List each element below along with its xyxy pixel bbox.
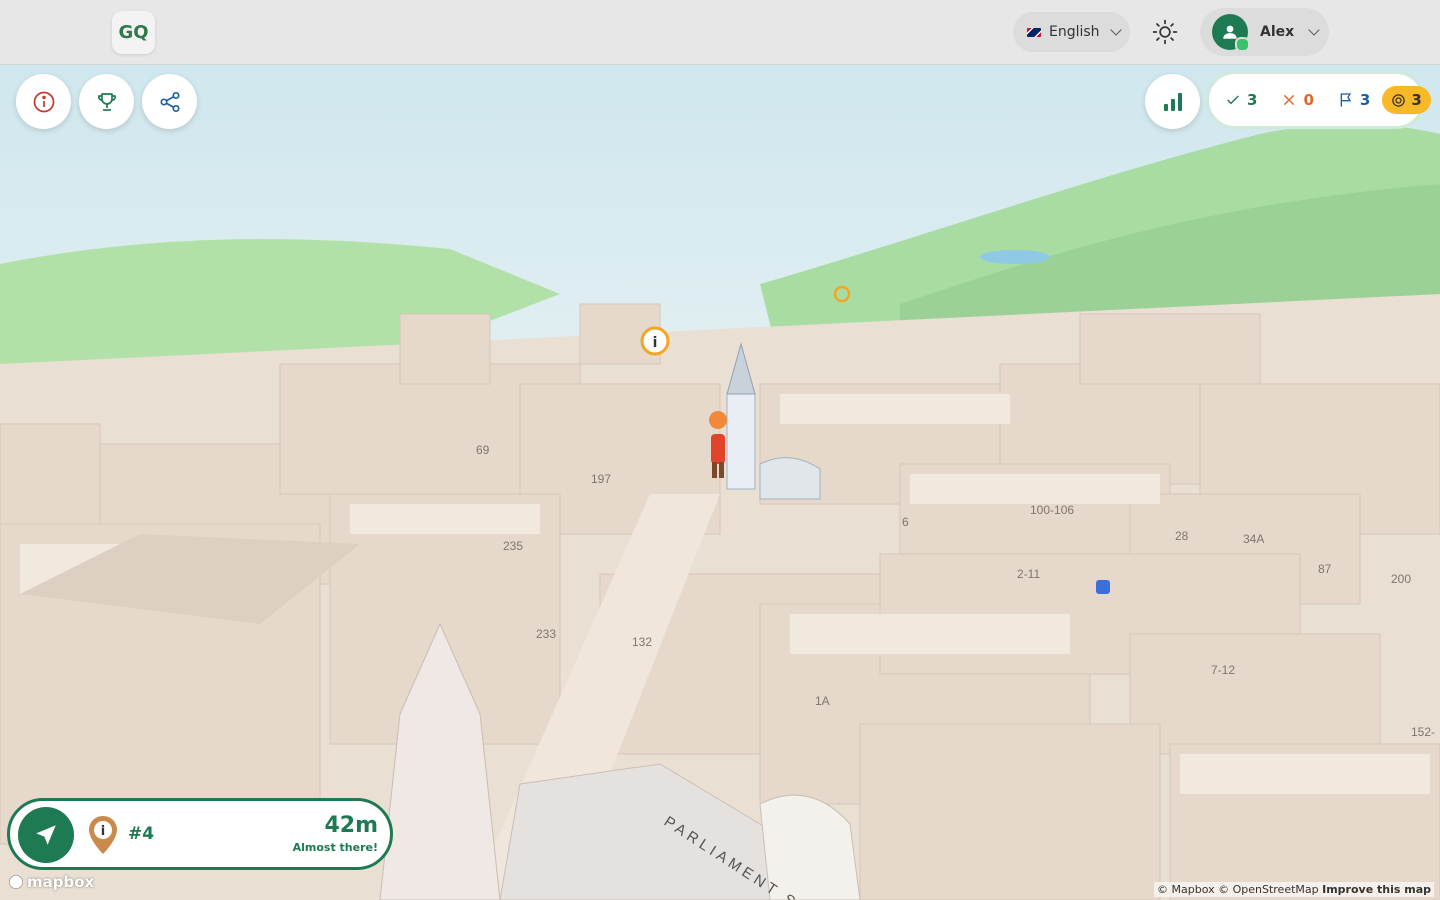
building-label: 132 <box>632 635 652 649</box>
target-number: #4 <box>128 824 155 844</box>
user-name: Alex <box>1260 24 1295 40</box>
building-label: 34A <box>1243 532 1264 546</box>
online-status-dot <box>1235 37 1250 52</box>
correct-value: 3 <box>1247 91 1258 109</box>
flag-icon <box>1340 93 1352 107</box>
leaderboard-button[interactable] <box>79 74 134 129</box>
share-icon <box>159 91 180 112</box>
chevron-down-icon <box>1308 24 1320 36</box>
building-label: 235 <box>503 539 523 553</box>
chevron-down-icon <box>1109 24 1122 36</box>
attribution-text[interactable]: © Mapbox © OpenStreetMap <box>1157 883 1319 896</box>
share-button[interactable] <box>142 74 197 129</box>
language-label: English <box>1049 24 1100 40</box>
trophy-icon <box>97 92 116 111</box>
app-logo[interactable]: GQ <box>112 11 155 54</box>
building-label: 1A <box>815 694 830 708</box>
building-label: 28 <box>1175 529 1189 543</box>
coin-icon <box>1392 93 1406 107</box>
info-pin-icon: i <box>89 816 117 854</box>
building-label: 87 <box>1318 562 1332 576</box>
building-label: 2-11 <box>1017 567 1040 581</box>
theme-toggle-button[interactable] <box>1141 8 1189 56</box>
improve-map-link[interactable]: Improve this map <box>1322 883 1431 896</box>
building-label: 100-106 <box>1030 503 1074 517</box>
building-label: 6 <box>902 515 909 529</box>
user-menu[interactable]: Alex <box>1200 8 1329 56</box>
flag-value: 3 <box>1359 91 1371 109</box>
score-summary[interactable]: 3 0 3 3 <box>1206 71 1431 129</box>
mapbox-icon <box>9 875 23 889</box>
coin-value: 3 <box>1411 91 1422 109</box>
language-selector[interactable]: English <box>1013 12 1130 52</box>
svg-text:i: i <box>101 824 105 839</box>
building-label: 7-12 <box>1211 663 1235 677</box>
info-icon <box>33 91 54 112</box>
map-canvas[interactable]: i 69 197 235 233 132 1A 6 100-106 2-11 2… <box>0 64 1440 900</box>
mapbox-label: mapbox <box>27 873 95 891</box>
svg-text:i: i <box>653 335 658 351</box>
building-label: 233 <box>536 627 556 641</box>
check-icon <box>1227 95 1239 105</box>
building-label: 152- <box>1411 725 1435 739</box>
building-label: 69 <box>476 443 490 457</box>
bar-chart-icon <box>1163 92 1182 111</box>
info-button[interactable] <box>16 74 71 129</box>
correct-count: 3 <box>1225 91 1257 109</box>
wrong-value: 0 <box>1303 91 1314 109</box>
navigate-button[interactable] <box>18 807 74 863</box>
wrong-count: 0 <box>1281 91 1314 109</box>
statistics-button[interactable] <box>1145 74 1200 129</box>
mapbox-logo[interactable]: mapbox <box>8 873 94 891</box>
navigation-status: Almost there! <box>292 841 378 854</box>
navigation-arrow-icon <box>36 825 56 845</box>
logo-text: GQ <box>118 22 149 43</box>
uk-flag-icon <box>1027 27 1041 37</box>
target-distance: 42m <box>324 813 378 838</box>
building-label: 200 <box>1391 572 1411 586</box>
map-attribution[interactable]: © Mapbox © OpenStreetMap Improve this ma… <box>1154 882 1434 897</box>
close-icon <box>1284 94 1295 106</box>
avatar <box>1212 14 1250 52</box>
top-bar: GQ English Alex <box>0 0 1440 65</box>
flag-count: 3 <box>1338 91 1370 109</box>
map-scene: i 69 197 235 233 132 1A 6 100-106 2-11 2… <box>0 64 1440 900</box>
coin-count: 3 <box>1382 86 1431 114</box>
building-label: 197 <box>591 472 611 486</box>
sun-icon <box>1152 19 1178 45</box>
navigation-card[interactable]: i #4 42m Almost there! <box>7 798 393 870</box>
